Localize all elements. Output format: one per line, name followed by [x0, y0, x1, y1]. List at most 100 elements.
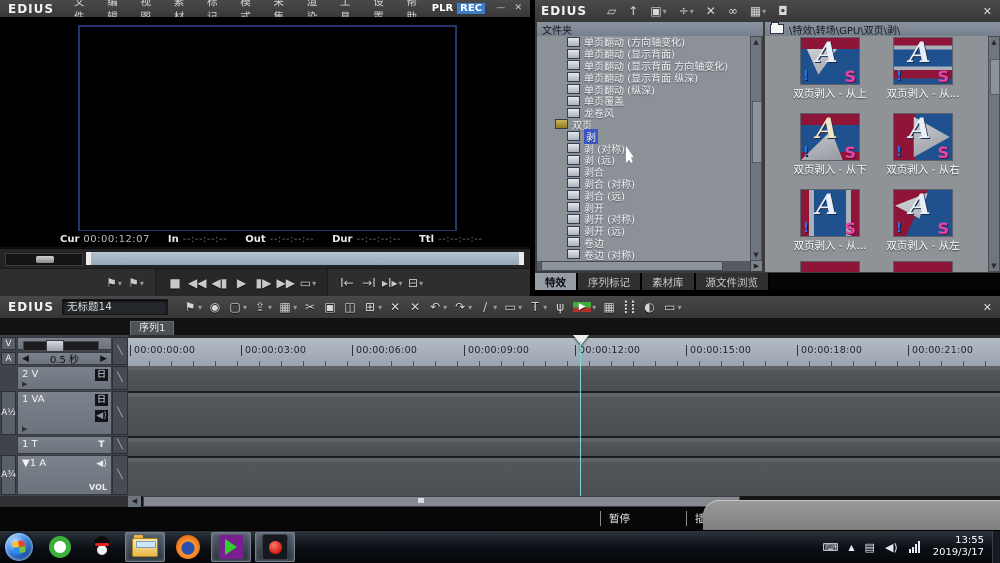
mark-out-button[interactable]: →Ⅰ: [360, 273, 378, 293]
render-export-icon[interactable]: ▶▾: [573, 302, 596, 312]
copy-icon[interactable]: ▣: [323, 300, 337, 314]
zoom-slider-track[interactable]: [23, 341, 99, 351]
scroll-up-icon[interactable]: ▲: [751, 37, 761, 47]
tab-bin[interactable]: 素材库: [642, 273, 696, 290]
redo-icon[interactable]: ↷▾: [453, 300, 472, 314]
color-correction-icon[interactable]: ◐: [643, 300, 657, 314]
replace-clip-icon[interactable]: ⊞▾: [363, 300, 382, 314]
drag-handle[interactable]: ╲: [112, 366, 128, 390]
scroll-right-icon[interactable]: ▶: [750, 261, 762, 271]
voiceover-icon[interactable]: ψ: [553, 300, 567, 314]
network-icon[interactable]: [909, 541, 921, 553]
timescale-control[interactable]: ◀0.5 秒▶: [17, 352, 112, 365]
tree-item[interactable]: 剥合 (远): [537, 189, 750, 201]
tab-source-browser[interactable]: 源文件浏览: [696, 273, 771, 290]
thumbnail-scrollbar-vertical[interactable]: ▲ ▼: [988, 36, 1000, 272]
taskbar-item-browser[interactable]: [41, 533, 79, 561]
new-sequence-icon[interactable]: ▢▾: [228, 300, 247, 314]
start-button[interactable]: [5, 533, 33, 561]
shuttle-handle[interactable]: [36, 256, 54, 263]
new-folder-icon[interactable]: ▱: [607, 4, 616, 18]
playhead-handle[interactable]: [573, 335, 589, 345]
undo-icon[interactable]: ↶▾: [428, 300, 447, 314]
speaker-icon[interactable]: ◀): [95, 458, 108, 470]
taskbar-clock[interactable]: 13:55 2019/3/17: [933, 535, 984, 559]
taskbar-item-qq[interactable]: [83, 533, 121, 561]
tree-item[interactable]: 剥开 (对称): [537, 213, 750, 225]
tree-item[interactable]: 卷边: [537, 237, 750, 249]
effect-thumb-peel-from-left[interactable]: A!S 双页剥入 - 从左: [870, 190, 976, 253]
track-header-1va[interactable]: 1 VA 日 ◀) ▶: [17, 391, 112, 435]
divide-icon[interactable]: ÷▾: [679, 4, 694, 18]
track-panel-icon[interactable]: 日: [95, 394, 108, 406]
duplicate-icon[interactable]: ▣▾: [650, 4, 666, 18]
scroll-thumb[interactable]: [143, 496, 740, 507]
monitor-layout-icon[interactable]: ▭▾: [663, 300, 682, 314]
timescale-next-icon[interactable]: ▶: [100, 354, 107, 364]
audio-channel-map-34[interactable]: A¾: [1, 455, 16, 495]
tree-item[interactable]: 剥 (远): [537, 154, 750, 166]
tree-item[interactable]: 剥 (对称): [537, 142, 750, 154]
close-button[interactable]: ✕: [513, 3, 525, 14]
mark-in-button[interactable]: Ⅰ←: [338, 273, 356, 293]
set-out-flag-button[interactable]: ⚑▾: [127, 273, 145, 293]
next-frame-button[interactable]: ▮▶: [254, 273, 272, 293]
scroll-thumb[interactable]: [752, 101, 762, 163]
audio-mute-toggle[interactable]: A: [1, 352, 16, 365]
layout-button[interactable]: ⊟▾: [407, 273, 425, 293]
delete-icon[interactable]: ✕: [706, 4, 716, 18]
plr-indicator[interactable]: PLR: [432, 3, 453, 14]
track-lane-1a[interactable]: [128, 458, 1000, 496]
export-icon[interactable]: ⇪▾: [253, 300, 272, 314]
volume-label[interactable]: VOL: [89, 483, 107, 492]
marker-tool-icon[interactable]: ⚑▾: [183, 300, 202, 314]
delete-icon[interactable]: ✕: [388, 300, 402, 314]
close-icon[interactable]: ✕: [983, 5, 992, 18]
track-lanes[interactable]: [128, 366, 1000, 496]
tree-item[interactable]: 剥合 (对称): [537, 178, 750, 190]
track-panel-icon[interactable]: 日: [95, 369, 108, 381]
loop-button[interactable]: ▭▾: [299, 273, 317, 293]
speaker-icon[interactable]: ◀): [95, 410, 108, 422]
move-up-icon[interactable]: ↑: [628, 4, 638, 18]
tree-item[interactable]: 卷边 (对称): [537, 248, 750, 260]
tree-scrollbar-vertical[interactable]: ▲ ▼: [750, 36, 762, 261]
timescale-prev-icon[interactable]: ◀: [22, 354, 29, 364]
effect-thumb-peel-2[interactable]: A!S 双页剥入 - 从...: [777, 190, 883, 253]
audio-channel-map-12[interactable]: A½: [1, 391, 16, 435]
effect-thumb-peel-from-bottom[interactable]: A!S 双页剥入 - 从下: [777, 114, 883, 177]
taskbar-item-recorder[interactable]: [255, 532, 295, 562]
match-frame-icon[interactable]: ▭▾: [503, 300, 522, 314]
scroll-down-icon[interactable]: ▼: [989, 261, 999, 271]
scroll-up-icon[interactable]: ▲: [989, 37, 999, 47]
track-header-1a[interactable]: ▼1 A ◀) VOL: [17, 455, 112, 495]
scroll-thumb[interactable]: [541, 261, 723, 271]
track-lane-2v[interactable]: [128, 366, 1000, 391]
track-lane-1va[interactable]: [128, 393, 1000, 436]
title-tool-icon[interactable]: T▾: [528, 300, 547, 314]
expand-icon[interactable]: ▶: [22, 425, 27, 433]
audio-mixer-icon[interactable]: ┋┋: [622, 300, 636, 314]
tree-item[interactable]: 龙卷风: [537, 107, 750, 119]
shuttle-slider[interactable]: [5, 253, 83, 266]
volume-icon[interactable]: ◀): [885, 541, 898, 554]
effect-thumb-peel[interactable]: A!S 双页剥入 - 从...: [870, 38, 976, 101]
capture-icon[interactable]: ◉: [208, 300, 222, 314]
track-lane-1t[interactable]: [128, 438, 1000, 456]
scroll-down-icon[interactable]: ▼: [751, 250, 761, 260]
play-button[interactable]: ▶: [232, 273, 250, 293]
timeline-zoom-slider[interactable]: [17, 337, 112, 350]
tree-item[interactable]: 剥开 (远): [537, 225, 750, 237]
tree-item[interactable]: 单页翻动 (纵深): [537, 83, 750, 95]
minimize-button[interactable]: —: [495, 3, 507, 14]
tab-effects[interactable]: 特效: [535, 273, 578, 290]
tree-item[interactable]: 剥开: [537, 201, 750, 213]
video-mute-toggle[interactable]: V: [1, 337, 16, 350]
drag-handle[interactable]: ╲: [112, 455, 128, 495]
set-in-flag-button[interactable]: ⚑▾: [105, 273, 123, 293]
track-header-2v[interactable]: 2 V 日 ▶: [17, 366, 112, 390]
save-icon[interactable]: ▦▾: [278, 300, 297, 314]
scroll-thumb[interactable]: [990, 59, 1000, 95]
grid-view-icon[interactable]: ▦: [602, 300, 616, 314]
razor-icon[interactable]: ∕▾: [478, 300, 497, 314]
